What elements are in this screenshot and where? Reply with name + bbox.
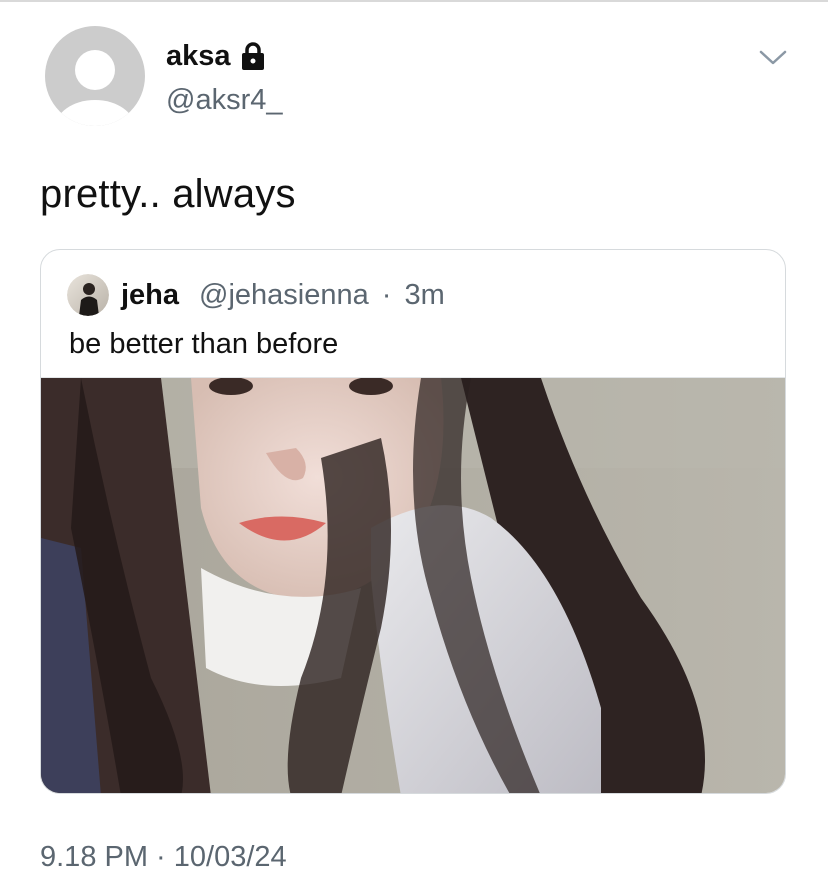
quote-author-name: jeha [121,278,180,311]
quote-text: be better than before [69,328,339,360]
author-name-row: aksa [166,40,267,72]
quote-time: 3m [404,278,445,311]
lock-icon [239,40,267,72]
quote-photo[interactable] [41,377,785,793]
quoted-tweet-card[interactable]: jeha @jehasienna · 3m be better than bef… [40,249,786,794]
tweet-timestamp[interactable]: 9.18 PM · 10/03/24 [40,843,287,872]
tweet-text: pretty.. always [40,172,296,216]
quote-separator: · [381,278,392,311]
quote-author-handle: @jehasienna [199,278,369,311]
author-handle[interactable]: @aksr4_ [166,86,282,115]
author-name[interactable]: aksa [166,41,231,71]
tweet-header: aksa @aksr4_ [40,22,800,126]
quote-avatar [67,274,109,316]
quote-header: jeha @jehasienna · 3m [67,274,445,316]
top-divider [0,0,828,2]
default-avatar-icon[interactable] [40,26,150,126]
chevron-down-icon[interactable] [758,48,788,68]
